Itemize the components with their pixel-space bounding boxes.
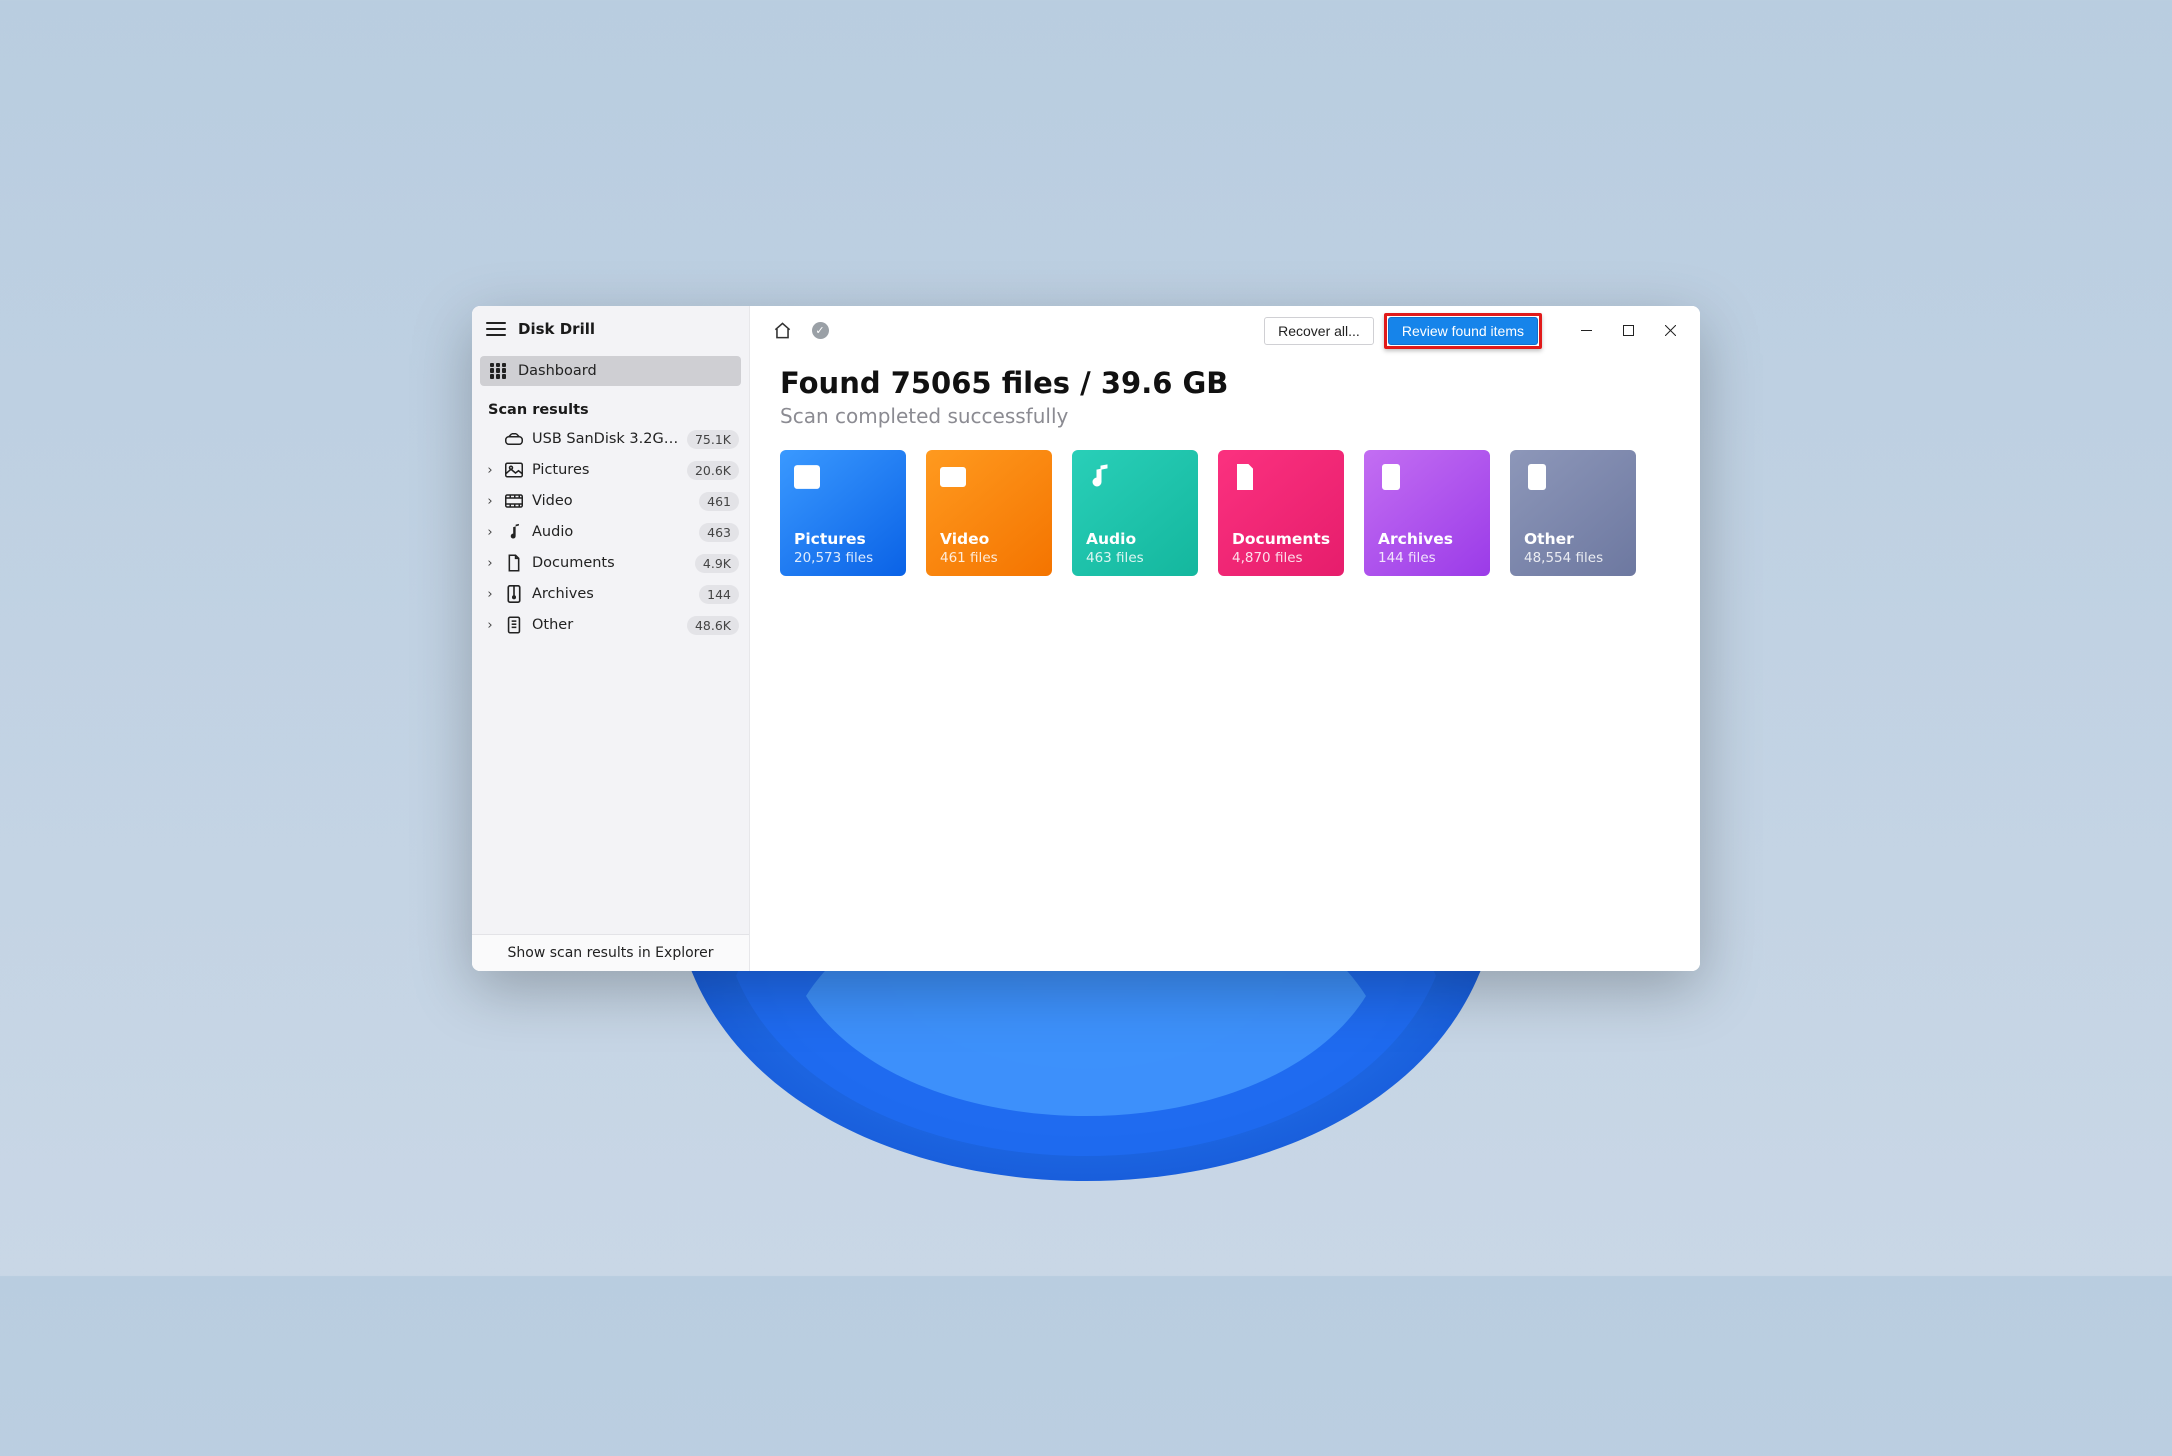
document-icon: [1232, 464, 1332, 494]
card-audio[interactable]: Audio 463 files: [1072, 450, 1198, 576]
window-controls: [1566, 316, 1690, 346]
main-panel: ✓ Recover all... Review found items Foun…: [750, 306, 1700, 971]
tree-label: Video: [532, 493, 691, 509]
chevron-right-icon: ›: [484, 525, 496, 540]
card-title: Documents: [1232, 530, 1332, 548]
dashboard-label: Dashboard: [518, 363, 597, 379]
card-video[interactable]: Video 461 files: [926, 450, 1052, 576]
sidebar-header: Disk Drill: [472, 306, 749, 348]
tree-label: Other: [532, 617, 679, 633]
menu-icon[interactable]: [486, 322, 506, 336]
chevron-right-icon: ›: [484, 463, 496, 478]
card-other[interactable]: Other 48,554 files: [1510, 450, 1636, 576]
chevron-right-icon: ›: [484, 494, 496, 509]
dashboard-icon: [490, 363, 506, 379]
tree-badge: 20.6K: [687, 461, 739, 480]
card-title: Audio: [1086, 530, 1186, 548]
minimize-button[interactable]: [1566, 316, 1606, 346]
chevron-right-icon: ›: [484, 556, 496, 571]
card-pictures[interactable]: Pictures 20,573 files: [780, 450, 906, 576]
other-icon: [1524, 464, 1624, 494]
maximize-button[interactable]: [1608, 316, 1648, 346]
tree-item-video[interactable]: › Video 461: [478, 486, 743, 517]
card-sub: 461 files: [940, 550, 1040, 566]
close-button[interactable]: [1650, 316, 1690, 346]
card-sub: 4,870 files: [1232, 550, 1332, 566]
tree-badge: 75.1K: [687, 430, 739, 449]
card-sub: 48,554 files: [1524, 550, 1624, 566]
tree-item-other[interactable]: › Other 48.6K: [478, 610, 743, 641]
tree-root[interactable]: › USB SanDisk 3.2Gen1… 75.1K: [478, 424, 743, 455]
annotation-highlight: Review found items: [1384, 313, 1542, 349]
subline: Scan completed successfully: [780, 404, 1670, 428]
picture-icon: [504, 462, 524, 478]
other-icon: [504, 616, 524, 634]
document-icon: [504, 554, 524, 572]
tree-badge: 4.9K: [695, 554, 739, 573]
tree-item-documents[interactable]: › Documents 4.9K: [478, 548, 743, 579]
tree-badge: 48.6K: [687, 616, 739, 635]
app-window: Disk Drill Dashboard Scan results › USB …: [472, 306, 1700, 971]
home-button[interactable]: [768, 317, 796, 345]
tree-label: Documents: [532, 555, 687, 571]
video-icon: [504, 494, 524, 508]
card-sub: 20,573 files: [794, 550, 894, 566]
recover-all-button[interactable]: Recover all...: [1264, 317, 1374, 345]
archive-icon: [1378, 464, 1478, 494]
chevron-right-icon: ›: [484, 618, 496, 633]
toolbar: ✓ Recover all... Review found items: [750, 306, 1700, 356]
app-title: Disk Drill: [518, 320, 595, 338]
tree-badge: 461: [699, 492, 739, 511]
sidebar: Disk Drill Dashboard Scan results › USB …: [472, 306, 750, 971]
card-sub: 463 files: [1086, 550, 1186, 566]
audio-icon: [1086, 464, 1186, 494]
audio-icon: [504, 523, 524, 541]
tree-label: Archives: [532, 586, 691, 602]
tree-label: USB SanDisk 3.2Gen1…: [532, 431, 679, 447]
card-sub: 144 files: [1378, 550, 1478, 566]
picture-icon: [794, 464, 894, 494]
archive-icon: [504, 585, 524, 603]
tree-badge: 463: [699, 523, 739, 542]
show-in-explorer-button[interactable]: Show scan results in Explorer: [472, 934, 749, 971]
tree-item-pictures[interactable]: › Pictures 20.6K: [478, 455, 743, 486]
card-documents[interactable]: Documents 4,870 files: [1218, 450, 1344, 576]
card-archives[interactable]: Archives 144 files: [1364, 450, 1490, 576]
headline: Found 75065 files / 39.6 GB: [780, 366, 1670, 400]
tree-label: Pictures: [532, 462, 679, 478]
content: Found 75065 files / 39.6 GB Scan complet…: [750, 356, 1700, 596]
card-title: Archives: [1378, 530, 1478, 548]
category-cards: Pictures 20,573 files Video 461 files: [780, 450, 1670, 576]
review-found-items-button[interactable]: Review found items: [1388, 317, 1538, 345]
tree-item-audio[interactable]: › Audio 463: [478, 517, 743, 548]
scan-status-icon: ✓: [806, 317, 834, 345]
dashboard-button[interactable]: Dashboard: [480, 356, 741, 386]
section-label: Scan results: [472, 394, 749, 424]
tree-badge: 144: [699, 585, 739, 604]
tree-item-archives[interactable]: › Archives 144: [478, 579, 743, 610]
usb-drive-icon: [504, 432, 524, 446]
tree: › USB SanDisk 3.2Gen1… 75.1K › Pictures …: [472, 424, 749, 641]
video-icon: [940, 464, 1040, 494]
card-title: Other: [1524, 530, 1624, 548]
chevron-right-icon: ›: [484, 587, 496, 602]
card-title: Pictures: [794, 530, 894, 548]
card-title: Video: [940, 530, 1040, 548]
tree-label: Audio: [532, 524, 691, 540]
